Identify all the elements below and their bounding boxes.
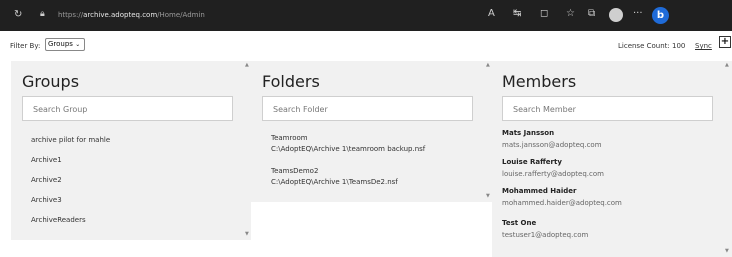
license-count: License Count: 100 [618,42,686,50]
url-prefix: https:// [58,11,84,19]
groups-title: Groups [22,72,80,91]
collections-icon[interactable]: ⧉ [588,8,595,19]
scroll-down-icon[interactable]: ▼ [725,248,729,254]
chevron-down-icon: ⌄ [75,41,81,48]
member-name[interactable]: Louise Rafferty [502,158,562,166]
url-path: /Home/Admin [157,11,205,19]
search-member-input[interactable]: Search Member [502,96,713,121]
filter-select-value: Groups [48,40,73,48]
member-email: mohammed.haider@adopteq.com [502,199,622,207]
favorites-icon[interactable]: ☆ [566,8,575,19]
search-folder-input[interactable]: Search Folder [262,96,473,121]
folder-path: C:\AdoptEQ\Archive 1\TeamsDe2.nsf [271,178,398,186]
member-email: louise.rafferty@adopteq.com [502,170,604,178]
scroll-up-icon[interactable]: ▲ [725,62,729,68]
filter-select[interactable]: Groups ⌄ [45,38,85,51]
member-name[interactable]: Mohammed Haider [502,187,576,195]
lock-icon[interactable]: 🔒︎ [40,9,45,19]
extensions-icon[interactable]: ◻ [540,8,548,19]
refresh-icon[interactable]: ↻ [14,9,22,20]
folder-path: C:\AdoptEQ\Archive 1\teamroom backup.nsf [271,145,426,153]
scroll-up-icon[interactable]: ▲ [245,62,249,68]
group-item[interactable]: Archive3 [31,196,62,204]
translate-icon[interactable]: ↹ [513,8,521,19]
scroll-down-icon[interactable]: ▼ [486,193,490,199]
add-button[interactable]: + [719,36,731,48]
bing-icon[interactable]: b [652,7,669,24]
url-host: archive.adopteq.com [83,11,158,19]
scroll-down-icon[interactable]: ▼ [245,231,249,237]
folders-title: Folders [262,72,320,91]
read-aloud-icon[interactable]: A [488,8,495,19]
more-icon[interactable]: ··· [633,8,643,19]
folder-name[interactable]: Teamroom [271,134,308,142]
sync-link[interactable]: Sync [695,42,712,50]
member-email: mats.jansson@adopteq.com [502,141,602,149]
folder-name[interactable]: TeamsDemo2 [271,167,318,175]
search-group-input[interactable]: Search Group [22,96,233,121]
profile-avatar[interactable] [609,8,623,22]
filter-label: Filter By: [10,42,41,50]
member-email: testuser1@adopteq.com [502,231,589,239]
group-item[interactable]: ArchiveReaders [31,216,86,224]
group-item[interactable]: Archive1 [31,156,62,164]
group-item[interactable]: archive pilot for mahle [31,136,110,144]
member-name[interactable]: Test One [502,219,536,227]
group-item[interactable]: Archive2 [31,176,62,184]
member-name[interactable]: Mats Jansson [502,129,554,137]
scroll-up-icon[interactable]: ▲ [486,62,490,68]
browser-toolbar: ↻ 🔒︎ https://archive.adopteq.com/Home/Ad… [0,0,732,31]
address-bar[interactable]: https://archive.adopteq.com/Home/Admin [58,11,205,19]
members-title: Members [502,72,577,91]
